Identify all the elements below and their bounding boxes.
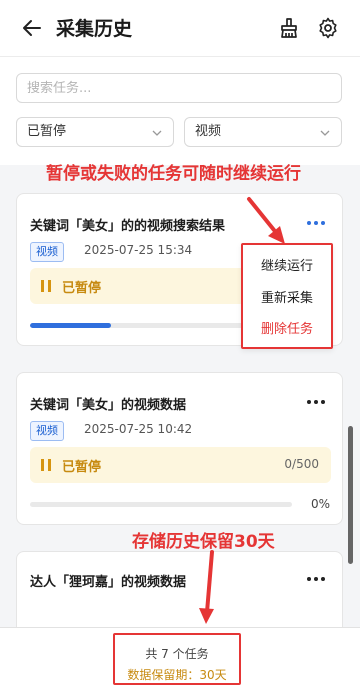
progress-fill	[30, 323, 111, 328]
task-total: 共 7 个任务	[145, 647, 209, 661]
status-banner: 已暂停 0/500	[30, 447, 331, 483]
app-header: 采集历史	[0, 0, 360, 56]
gear-icon[interactable]	[316, 16, 340, 40]
menu-item-resume[interactable]: 继续运行	[243, 255, 331, 274]
task-card[interactable]: 关键词「美女」的视频数据 视频 2025-07-25 10:42 已暂停 0/5…	[16, 372, 343, 525]
progress-bar	[30, 323, 248, 328]
type-tag: 视频	[30, 421, 64, 441]
status-text: 已暂停	[62, 281, 102, 296]
task-action-menu: 继续运行 重新采集 删除任务	[241, 243, 333, 349]
footer: 共 7 个任务 数据保留期：30天	[0, 627, 360, 696]
page-title: 采集历史	[56, 18, 133, 40]
status-text: 已暂停	[62, 460, 102, 475]
more-icon[interactable]	[305, 574, 327, 584]
chevron-down-icon	[152, 130, 162, 136]
annotation-retention-tip: 存储历史保留30天	[132, 532, 275, 552]
menu-item-delete[interactable]: 删除任务	[243, 318, 331, 337]
progress-bar	[30, 502, 292, 507]
more-icon[interactable]	[305, 397, 327, 407]
footer-summary: 共 7 个任务 数据保留期：30天	[113, 633, 241, 685]
filter-panel: 已暂停 视频	[0, 56, 360, 165]
task-time: 2025-07-25 15:34	[84, 243, 193, 257]
search-input[interactable]	[16, 73, 342, 103]
task-time: 2025-07-25 10:42	[84, 422, 193, 436]
status-select-value: 已暂停	[27, 124, 67, 139]
retention-period: 数据保留期：30天	[127, 668, 227, 682]
scrollbar-thumb[interactable]	[348, 426, 353, 564]
task-count: 0/500	[284, 457, 319, 471]
arrow-left-icon[interactable]	[20, 16, 44, 40]
progress-percent: 0%	[310, 497, 330, 511]
task-title: 关键词「美女」的的视频搜索结果	[30, 219, 226, 234]
type-select-value: 视频	[195, 124, 222, 139]
annotation-resume-tip: 暂停或失败的任务可随时继续运行	[46, 164, 301, 184]
pause-icon	[41, 280, 51, 292]
more-icon[interactable]	[305, 218, 327, 228]
task-title: 达人「狸珂嘉」的视频数据	[30, 575, 187, 590]
type-tag: 视频	[30, 242, 64, 262]
broom-icon[interactable]	[277, 16, 301, 40]
type-select[interactable]: 视频	[184, 117, 342, 147]
status-select[interactable]: 已暂停	[16, 117, 174, 147]
pause-icon	[41, 459, 51, 471]
menu-item-recollect[interactable]: 重新采集	[243, 287, 331, 306]
task-title: 关键词「美女」的视频数据	[30, 398, 187, 413]
chevron-down-icon	[320, 130, 330, 136]
